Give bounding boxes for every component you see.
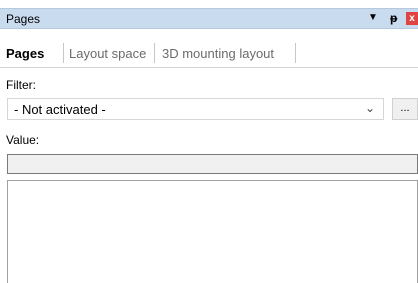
pin-icon[interactable]: ᵽ xyxy=(390,11,397,25)
filter-selected-value: - Not activated - xyxy=(14,102,106,117)
filter-label: Filter: xyxy=(6,78,36,92)
tab-pages[interactable]: Pages xyxy=(6,46,44,61)
value-field[interactable] xyxy=(7,154,418,174)
filter-browse-button[interactable]: ... xyxy=(392,98,418,120)
chevron-down-icon[interactable]: ⌄ xyxy=(365,101,375,115)
pages-list[interactable] xyxy=(7,180,418,283)
close-icon[interactable]: x xyxy=(406,12,418,25)
filter-select[interactable]: - Not activated - ⌄ xyxy=(7,98,384,120)
value-label: Value: xyxy=(6,133,40,147)
tab-divider xyxy=(154,43,155,63)
tab-divider xyxy=(295,43,296,63)
tab-3d-mounting-layout[interactable]: 3D mounting layout xyxy=(162,46,274,61)
panel-title: Pages xyxy=(6,12,41,26)
dropdown-icon[interactable]: ▼ xyxy=(368,12,378,23)
tab-layout-space[interactable]: Layout space xyxy=(69,46,146,61)
tab-underline xyxy=(0,67,418,68)
tab-divider xyxy=(63,43,64,63)
panel-titlebar: Pages ▼ ᵽ x xyxy=(0,8,418,29)
tab-bar: Pages Layout space 3D mounting layout xyxy=(0,40,418,64)
